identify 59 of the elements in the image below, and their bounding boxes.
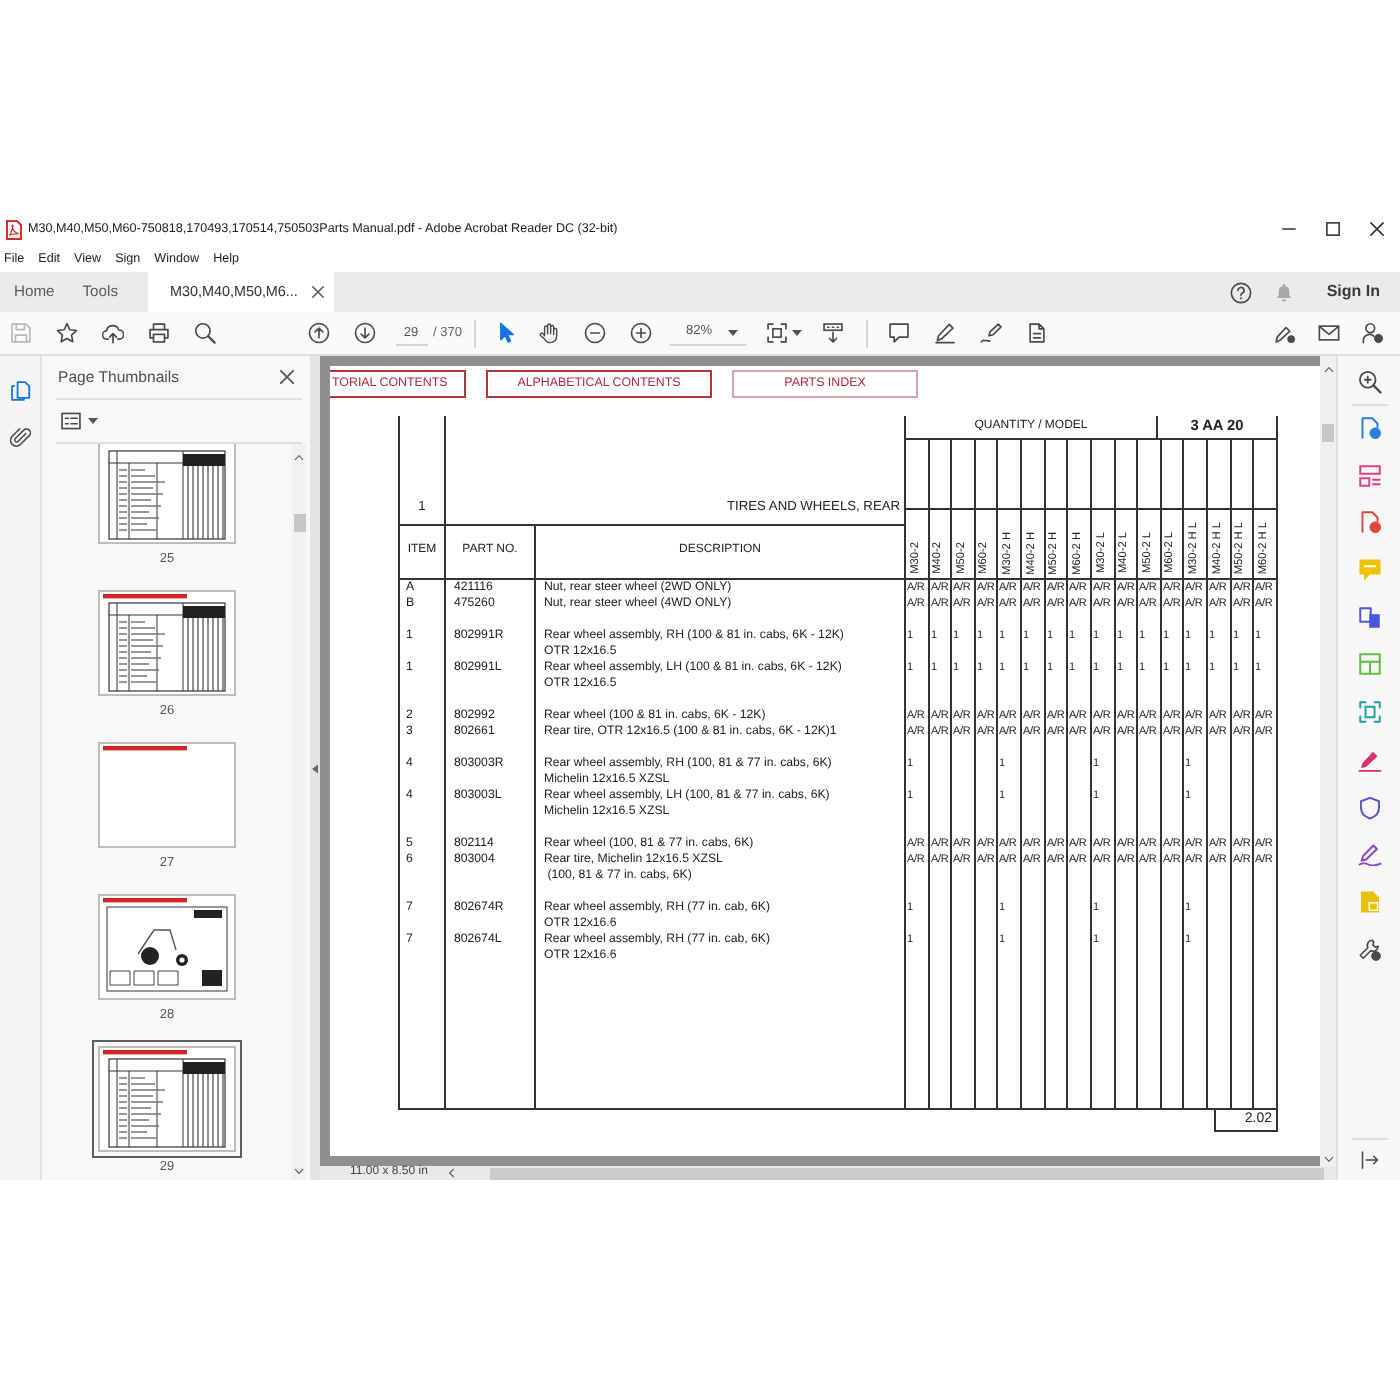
caret-icon[interactable]	[791, 330, 802, 336]
help-icon[interactable]	[1230, 281, 1253, 303]
close-icon[interactable]	[1370, 222, 1384, 236]
scrollbar-thumb[interactable]	[490, 1167, 1324, 1179]
document-icon[interactable]	[1025, 322, 1048, 344]
chevron-up-icon[interactable]	[294, 454, 304, 461]
tools-icon[interactable]	[1357, 937, 1381, 962]
page-thumbnail-drawing[interactable]	[98, 590, 236, 696]
mail-icon[interactable]	[1318, 322, 1340, 344]
bar-arrow-down-icon[interactable]	[821, 322, 844, 344]
circle-up-arrow-icon[interactable]	[307, 322, 329, 344]
caret-icon[interactable]	[88, 418, 98, 424]
signature-icon[interactable]	[979, 322, 1002, 344]
scrollbar-thumb[interactable]	[1322, 423, 1334, 441]
chevron-left-icon[interactable]	[447, 1168, 455, 1178]
comment-icon[interactable]	[887, 322, 910, 344]
collapse-arrow-icon[interactable]	[312, 763, 318, 773]
pen-icon[interactable]	[933, 322, 956, 344]
chevron-down-icon[interactable]	[1323, 1155, 1333, 1162]
star-icon[interactable]	[55, 322, 77, 344]
pages-icon[interactable]	[9, 380, 31, 402]
search-icon[interactable]	[193, 322, 215, 344]
scan-frame-icon[interactable]	[1357, 700, 1381, 725]
layout-icon[interactable]	[1357, 463, 1381, 488]
caret-icon[interactable]	[727, 329, 738, 335]
document-badge-icon[interactable]	[1357, 416, 1381, 440]
document-badge-icon[interactable]	[1357, 510, 1381, 535]
shield-icon[interactable]	[1357, 795, 1381, 819]
documents-icon[interactable]	[1357, 605, 1381, 630]
pen-icon[interactable]	[1274, 322, 1296, 344]
sign-in-button[interactable]: Sign In	[1326, 282, 1380, 302]
page-thumbnail-drawing[interactable]	[98, 444, 236, 544]
circle-down-arrow-icon[interactable]	[353, 322, 375, 344]
signature-icon[interactable]	[1357, 842, 1381, 867]
upload-icon[interactable]	[101, 322, 123, 344]
vertical-scrollbar[interactable]	[1320, 356, 1336, 1166]
chevron-up-icon[interactable]	[1323, 366, 1333, 373]
page-thumbnail-drawing[interactable]	[92, 1040, 242, 1158]
zoom-in-icon[interactable]	[629, 322, 652, 344]
maximize-icon[interactable]	[1326, 222, 1340, 236]
page-thumbnail-drawing[interactable]	[98, 894, 236, 1000]
close-icon[interactable]	[280, 370, 294, 384]
vertical-scrollbar[interactable]	[292, 444, 306, 1180]
close-icon[interactable]	[312, 286, 324, 298]
fit-page-icon[interactable]	[765, 322, 788, 344]
hand-icon[interactable]	[537, 322, 560, 344]
pdf-file-icon	[6, 219, 22, 239]
zoom-out-icon[interactable]	[583, 322, 606, 344]
print-icon[interactable]	[147, 322, 169, 344]
paperclip-icon[interactable]	[9, 426, 31, 448]
page-thumbnail-drawing[interactable]	[98, 742, 236, 848]
expand-panel-icon[interactable]	[1359, 1150, 1379, 1170]
person-icon[interactable]	[1362, 322, 1384, 344]
scrollbar-thumb[interactable]	[293, 513, 305, 531]
chevron-down-icon[interactable]	[294, 1167, 304, 1174]
pointer-icon[interactable]	[499, 322, 514, 344]
search-icon[interactable]	[1357, 370, 1381, 394]
pen-icon[interactable]	[1357, 747, 1381, 772]
list-view-icon[interactable]	[60, 410, 82, 432]
